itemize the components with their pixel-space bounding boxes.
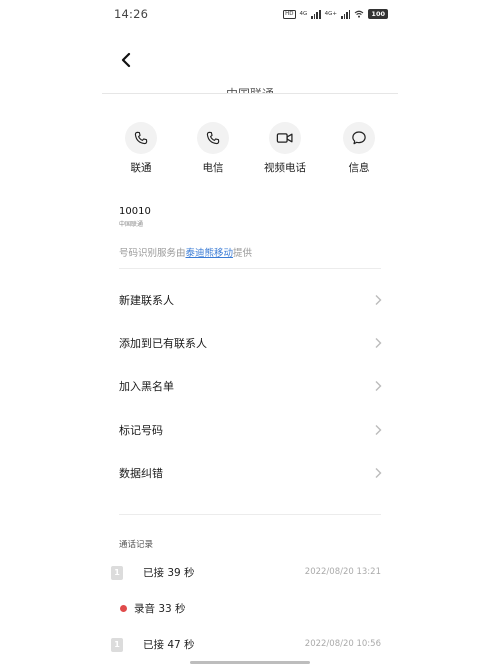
menu-item-blacklist[interactable]: 加入黑名单 [102, 366, 398, 406]
section-divider [119, 268, 381, 269]
provider-notice: 号码识别服务由泰迪熊移动提供 [119, 245, 252, 259]
back-button[interactable] [112, 46, 140, 74]
video-icon [276, 133, 293, 143]
network-type-1: 4G [299, 11, 308, 17]
chevron-right-icon [375, 468, 382, 478]
network-type-2: 4G+ [324, 11, 338, 17]
wifi-icon [355, 10, 364, 18]
sim-icon: 1 [111, 566, 123, 580]
call-log-text: 已接 39 秒 [143, 567, 195, 579]
menu-item-data-correction[interactable]: 数据纠错 [102, 453, 398, 493]
message-button[interactable]: 信息 [324, 122, 394, 175]
call-log-title: 通话记录 [119, 540, 154, 550]
phone-icon [134, 131, 148, 145]
call-log-text: 已接 47 秒 [143, 639, 195, 651]
chevron-right-icon [375, 338, 382, 348]
call-log-time: 2022/08/20 13:21 [304, 567, 381, 577]
call-log-entry[interactable]: 1 已接 39 秒 2022/08/20 13:21 [102, 564, 398, 586]
menu-item-new-contact[interactable]: 新建联系人 [102, 280, 398, 320]
call-log-entry[interactable]: 1 已接 47 秒 2022/08/20 10:56 [102, 636, 398, 658]
hd-icon: HD [283, 9, 296, 19]
menu-item-mark-number[interactable]: 标记号码 [102, 410, 398, 450]
call-unicom-button[interactable]: 联通 [106, 122, 176, 175]
menu-item-label: 标记号码 [119, 424, 163, 437]
chevron-right-icon [375, 425, 382, 435]
message-icon [352, 131, 366, 145]
action-label: 视频电话 [264, 162, 306, 174]
action-label: 电信 [202, 162, 224, 174]
call-log-text: 录音 33 秒 [134, 603, 186, 615]
phone-screen: 14:26 HD 4G 4G+ 100 中国联通 联通 电信 视频电话 信息 1… [102, 0, 398, 666]
menu-item-label: 数据纠错 [119, 467, 163, 480]
header-divider [102, 93, 398, 94]
status-icons: HD 4G 4G+ 100 [283, 9, 388, 19]
sim-icon: 1 [111, 638, 123, 652]
call-log-time: 2022/08/20 10:56 [304, 639, 381, 649]
home-indicator[interactable] [190, 661, 310, 664]
menu-item-label: 新建联系人 [119, 294, 174, 307]
status-bar: 14:26 HD 4G 4G+ 100 [102, 0, 398, 28]
section-divider [119, 514, 381, 515]
recording-dot-icon [120, 605, 127, 612]
call-telecom-button[interactable]: 电信 [178, 122, 248, 175]
provider-suffix: 提供 [233, 248, 253, 259]
menu-item-label: 加入黑名单 [119, 380, 174, 393]
chevron-right-icon [375, 295, 382, 305]
call-log-recording[interactable]: 录音 33 秒 [102, 600, 398, 622]
provider-link[interactable]: 泰迪熊移动 [186, 248, 234, 259]
battery-icon: 100 [368, 9, 388, 19]
carrier-label: 中国联通 [119, 221, 144, 228]
chevron-left-icon [121, 52, 131, 68]
chevron-right-icon [375, 381, 382, 391]
signal-icon-2 [341, 9, 351, 19]
video-call-button[interactable]: 视频电话 [250, 122, 320, 175]
provider-prefix: 号码识别服务由 [119, 248, 186, 259]
menu-item-add-to-existing[interactable]: 添加到已有联系人 [102, 323, 398, 363]
phone-number: 10010 [119, 206, 151, 217]
status-time: 14:26 [114, 7, 149, 21]
action-label: 信息 [348, 162, 370, 174]
phone-icon [206, 131, 220, 145]
signal-icon-1 [311, 9, 321, 19]
action-label: 联通 [130, 162, 152, 174]
menu-item-label: 添加到已有联系人 [119, 337, 207, 350]
action-bar: 联通 电信 视频电话 信息 [102, 122, 398, 182]
